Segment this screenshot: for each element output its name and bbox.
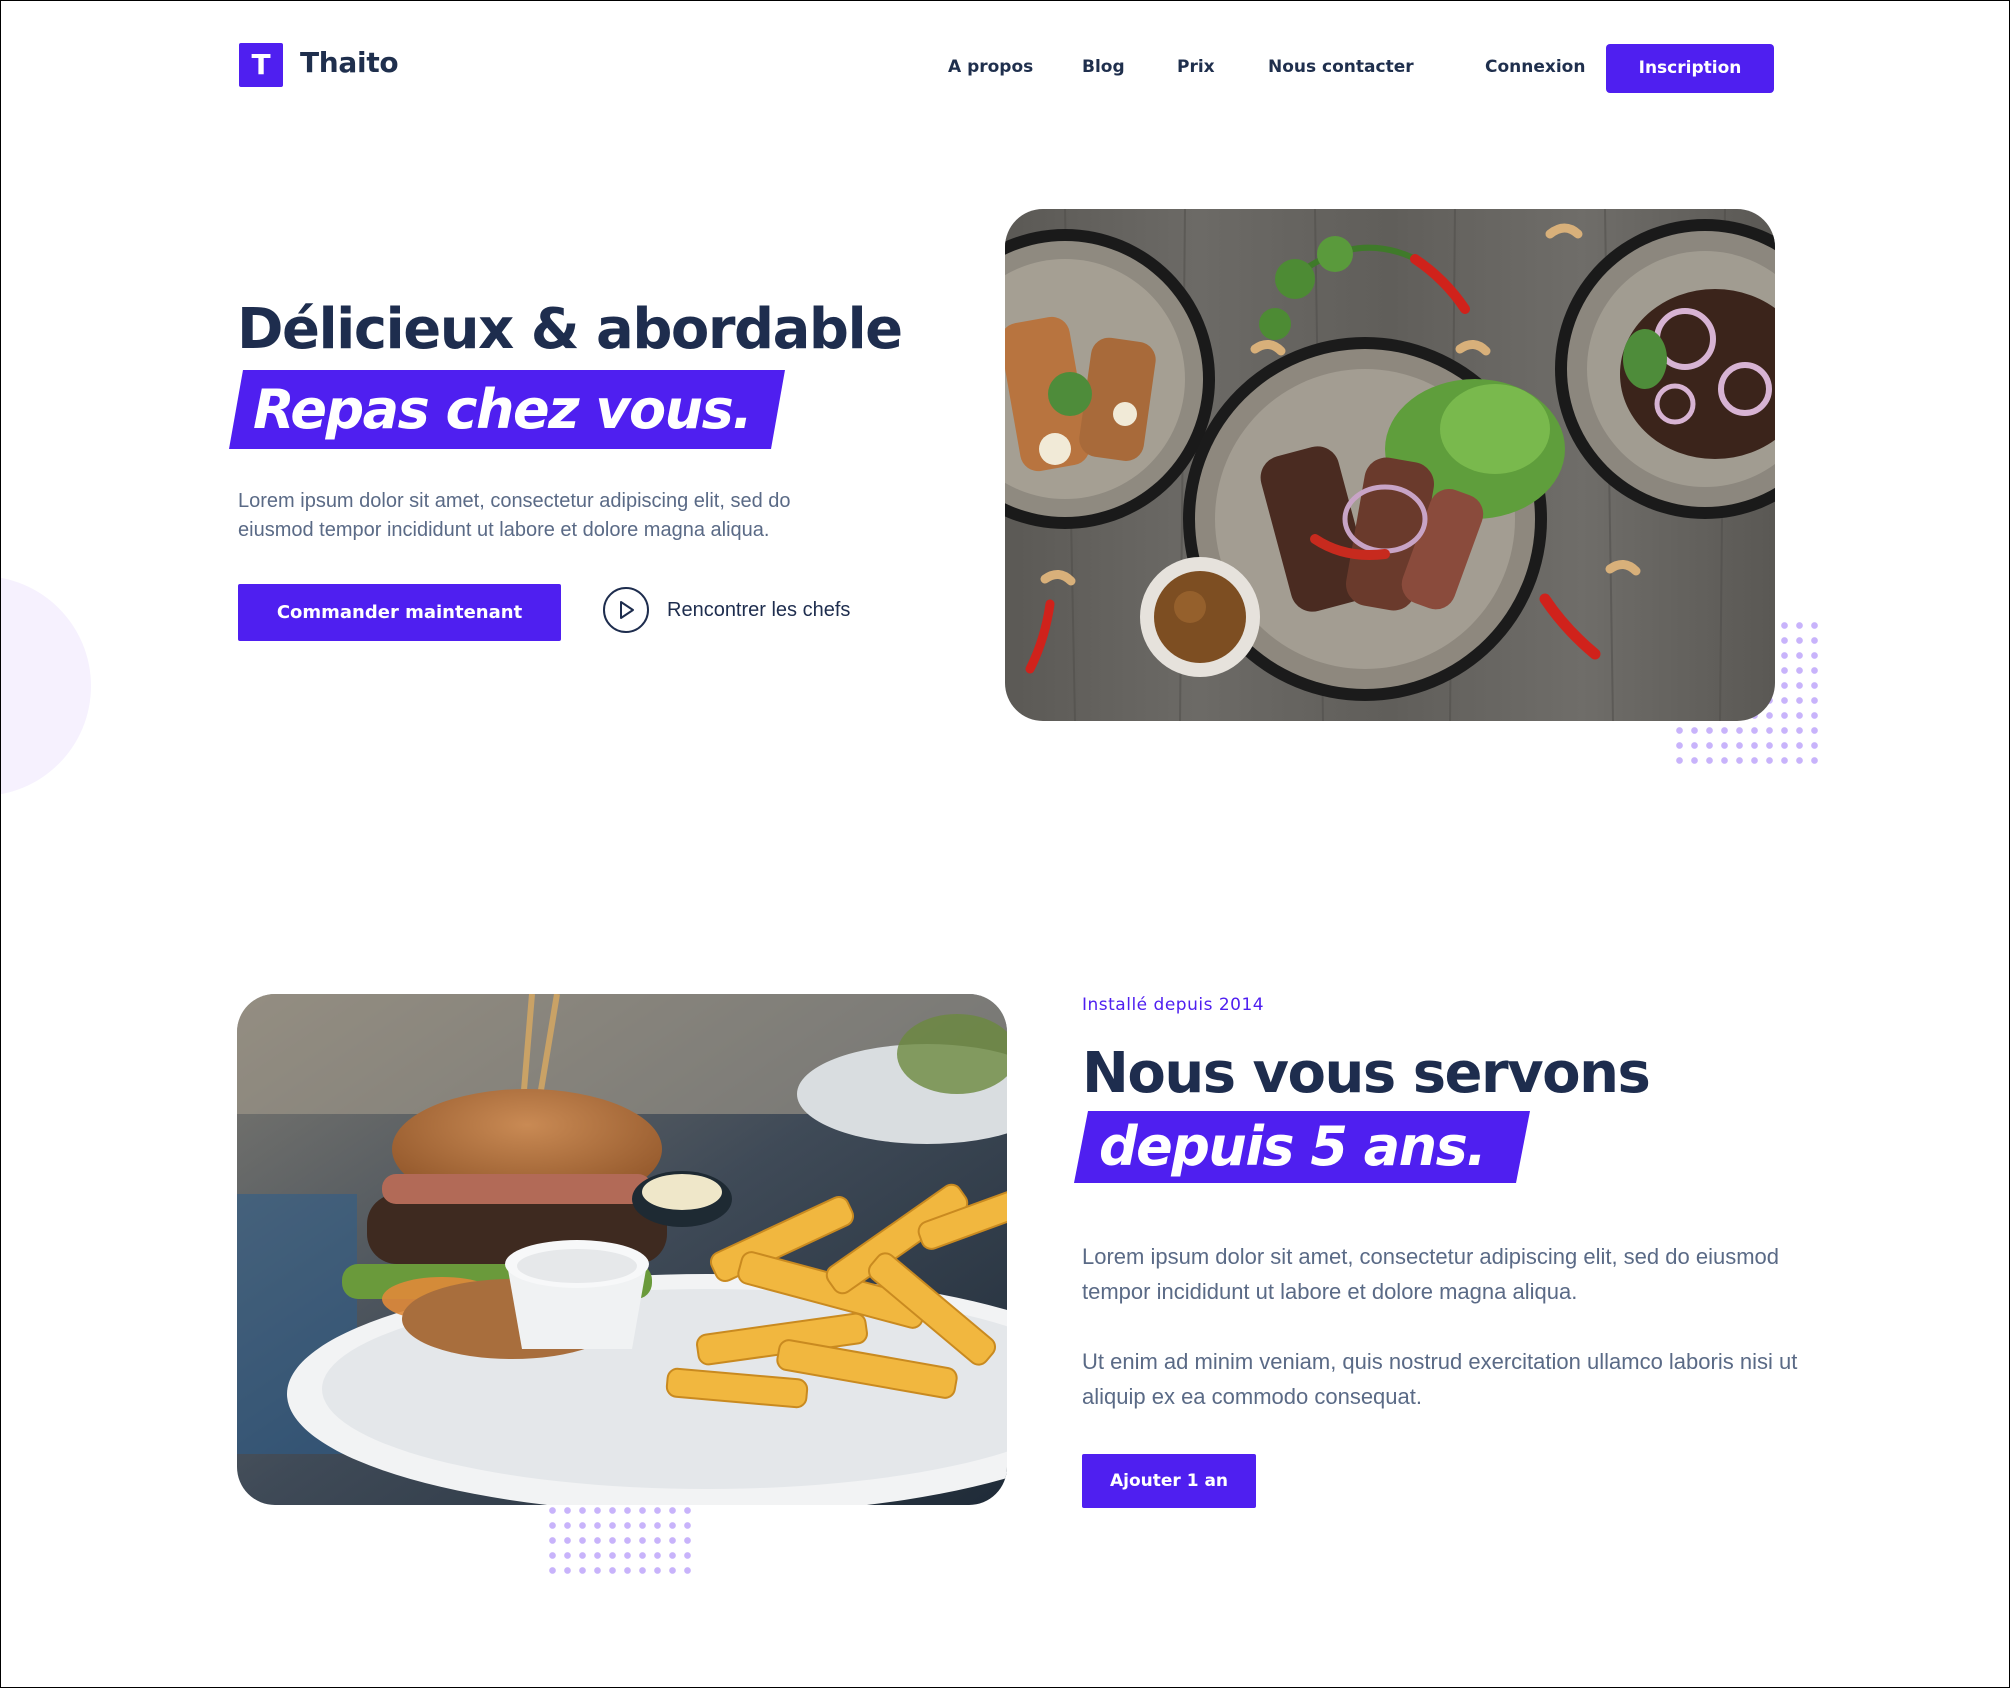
hero-food-image bbox=[1005, 209, 1775, 721]
about-title: Nous vous servons bbox=[1082, 1041, 1651, 1106]
nav-link-contact[interactable]: Nous contacter bbox=[1268, 57, 1414, 77]
logo-mark[interactable]: T bbox=[239, 43, 283, 87]
nav-link-about[interactable]: A propos bbox=[948, 57, 1033, 77]
order-now-button[interactable]: Commander maintenant bbox=[238, 584, 561, 641]
brand-name[interactable]: Thaito bbox=[300, 46, 399, 79]
hero-description: Lorem ipsum dolor sit amet, consectetur … bbox=[238, 490, 791, 541]
play-icon[interactable] bbox=[603, 587, 649, 633]
meet-chefs-link[interactable]: Rencontrer les chefs bbox=[667, 599, 850, 622]
decorative-circle bbox=[1, 576, 91, 796]
about-paragraph-2: Ut enim ad minim veniam, quis nostrud ex… bbox=[1082, 1349, 1798, 1409]
signup-button[interactable]: Inscription bbox=[1606, 44, 1774, 93]
burger-image bbox=[237, 994, 1007, 1505]
hero-title: Délicieux & abordable bbox=[237, 297, 903, 362]
add-year-button[interactable]: Ajouter 1 an bbox=[1082, 1454, 1256, 1508]
established-label: Installé depuis 2014 bbox=[1082, 995, 1265, 1015]
hero-highlight: Repas chez vous. bbox=[253, 378, 753, 441]
nav-link-pricing[interactable]: Prix bbox=[1177, 57, 1215, 77]
login-link[interactable]: Connexion bbox=[1485, 57, 1585, 77]
nav-link-blog[interactable]: Blog bbox=[1082, 57, 1125, 77]
page: T Thaito A propos Blog Prix Nous contact… bbox=[0, 0, 2010, 1688]
about-highlight: depuis 5 ans. bbox=[1099, 1115, 1487, 1178]
about-paragraph-1: Lorem ipsum dolor sit amet, consectetur … bbox=[1082, 1244, 1780, 1304]
dot-pattern bbox=[545, 1503, 695, 1578]
